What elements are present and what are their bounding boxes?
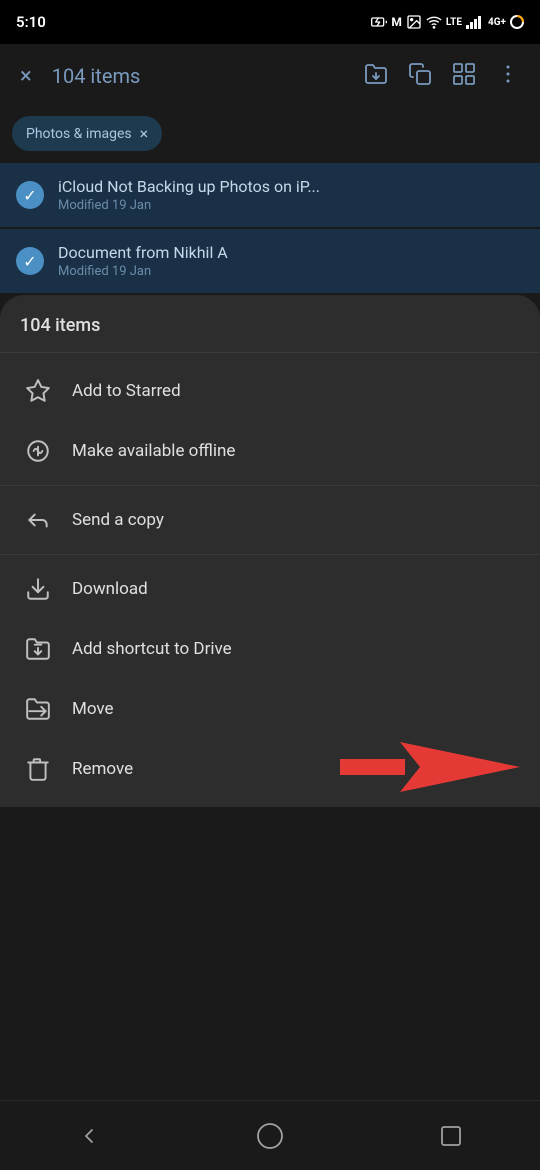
nav-home-button[interactable] xyxy=(226,1112,314,1160)
check-icon-1: ✓ xyxy=(23,186,36,205)
more-options-button[interactable] xyxy=(488,54,528,99)
menu-label-move: Move xyxy=(72,699,114,719)
menu-label-make-offline: Make available offline xyxy=(72,441,235,461)
filter-chip-label: Photos & images xyxy=(26,126,132,142)
file-item-1[interactable]: ✓ iCloud Not Backing up Photos on iP... … xyxy=(0,163,540,227)
toolbar: × 104 items xyxy=(0,44,540,108)
status-time: 5:10 xyxy=(16,13,46,31)
divider-1 xyxy=(0,485,540,486)
wifi-icon xyxy=(426,14,442,30)
file-list: ✓ iCloud Not Backing up Photos on iP... … xyxy=(0,163,540,293)
copy-button[interactable] xyxy=(400,54,440,99)
shortcut-icon xyxy=(24,635,52,663)
nav-recent-button[interactable] xyxy=(409,1114,493,1158)
file-item-2[interactable]: ✓ Document from Nikhil A Modified 19 Jan xyxy=(0,229,540,293)
file-name-2: Document from Nikhil A xyxy=(58,243,228,262)
signal-icon xyxy=(466,15,484,29)
image-icon xyxy=(406,14,422,30)
file-checkbox-1[interactable]: ✓ xyxy=(16,181,44,209)
sheet-header: 104 items xyxy=(0,295,540,353)
battery-charging-icon xyxy=(371,14,387,30)
trash-icon xyxy=(24,755,52,783)
status-bar: 5:10 M LTE 4 xyxy=(0,0,540,44)
status-circle-icon xyxy=(510,15,524,29)
menu-label-send-copy: Send a copy xyxy=(72,510,164,530)
4g-icon: 4G+ xyxy=(488,17,506,28)
toolbar-actions xyxy=(356,54,528,99)
file-info-1: iCloud Not Backing up Photos on iP... Mo… xyxy=(58,177,320,213)
bottom-sheet: 104 items Add to Starred Make available … xyxy=(0,295,540,807)
lte-icon: LTE xyxy=(446,17,462,28)
file-meta-2: Modified 19 Jan xyxy=(58,264,228,279)
filter-chip-photos[interactable]: Photos & images × xyxy=(12,116,162,151)
menu-item-download[interactable]: Download xyxy=(0,559,540,619)
menu-item-make-offline[interactable]: Make available offline xyxy=(0,421,540,481)
menu-item-move[interactable]: Move xyxy=(0,679,540,739)
check-icon-2: ✓ xyxy=(23,252,36,271)
menu-item-add-shortcut[interactable]: Add shortcut to Drive xyxy=(0,619,540,679)
menu-item-send-copy[interactable]: Send a copy xyxy=(0,490,540,550)
toolbar-title: 104 items xyxy=(52,64,344,88)
menu-list: Add to Starred Make available offline xyxy=(0,353,540,807)
my-icon: M xyxy=(391,15,402,29)
select-all-button[interactable] xyxy=(444,54,484,99)
move-icon xyxy=(24,695,52,723)
nav-back-button[interactable] xyxy=(47,1114,131,1158)
download-icon xyxy=(24,575,52,603)
file-name-1: iCloud Not Backing up Photos on iP... xyxy=(58,177,320,196)
sheet-title: 104 items xyxy=(20,315,100,336)
arrow-annotation xyxy=(340,737,520,801)
send-icon xyxy=(24,506,52,534)
filter-chip-close-button[interactable]: × xyxy=(140,124,149,143)
file-checkbox-2[interactable]: ✓ xyxy=(16,247,44,275)
menu-label-add-starred: Add to Starred xyxy=(72,381,181,401)
menu-label-remove: Remove xyxy=(72,759,133,779)
file-meta-1: Modified 19 Jan xyxy=(58,198,320,213)
red-arrow-svg xyxy=(340,737,520,797)
divider-2 xyxy=(0,554,540,555)
menu-item-add-starred[interactable]: Add to Starred xyxy=(0,361,540,421)
menu-label-add-shortcut: Add shortcut to Drive xyxy=(72,639,232,659)
status-icons: M LTE 4G+ xyxy=(371,14,524,30)
move-to-folder-button[interactable] xyxy=(356,54,396,99)
menu-item-remove[interactable]: Remove xyxy=(0,739,540,799)
star-icon xyxy=(24,377,52,405)
bottom-nav xyxy=(0,1100,540,1170)
close-button[interactable]: × xyxy=(12,56,40,97)
filter-bar: Photos & images × xyxy=(0,108,540,163)
offline-icon xyxy=(24,437,52,465)
menu-label-download: Download xyxy=(72,579,148,599)
file-info-2: Document from Nikhil A Modified 19 Jan xyxy=(58,243,228,279)
